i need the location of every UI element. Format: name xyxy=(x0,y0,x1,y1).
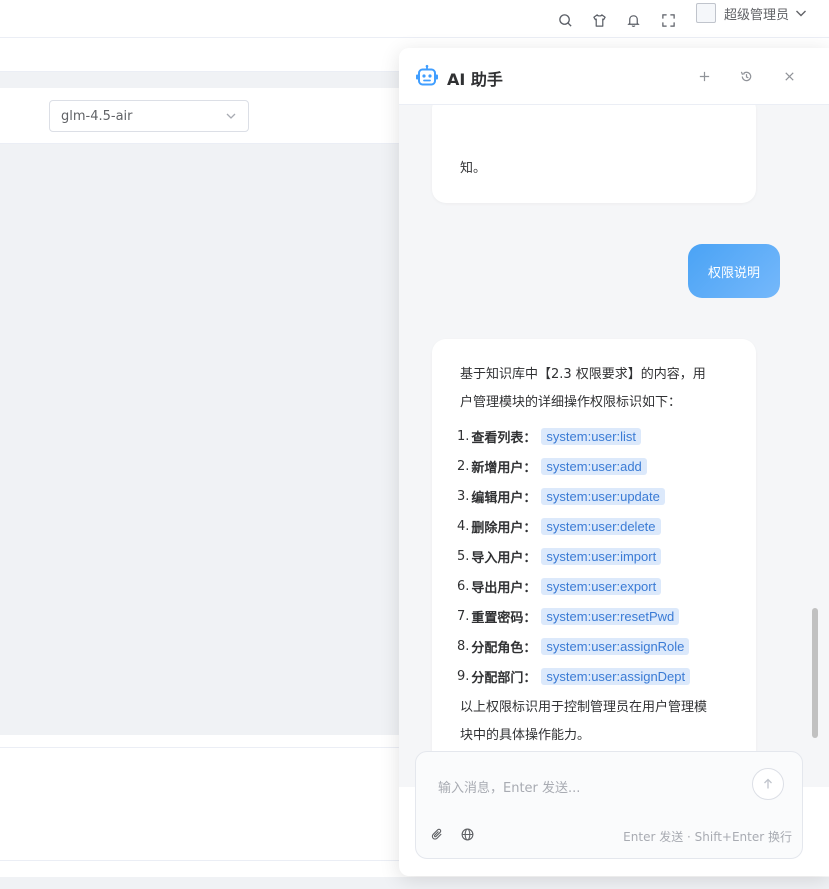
permission-code: system:user:import xyxy=(541,547,662,565)
close-button[interactable] xyxy=(781,68,797,84)
send-button[interactable] xyxy=(752,768,784,800)
reply-outro-line: 块中的具体操作能力。 xyxy=(460,728,591,743)
message-composer: 输入消息，Enter 发送... Enter 发送 · Shift+Enter … xyxy=(415,751,803,859)
user-menu[interactable]: 超级管理员 xyxy=(696,2,807,24)
model-select[interactable]: glm-4.5-air xyxy=(49,100,249,132)
list-item-number: 8. xyxy=(457,638,470,654)
history-icon xyxy=(740,71,751,81)
ai-panel-title: AI 助手 xyxy=(447,70,503,89)
reply-intro-line: 户管理模块的详细操作权限标识如下： xyxy=(460,395,682,410)
message-input[interactable]: 输入消息，Enter 发送... xyxy=(438,777,580,796)
permission-list-item: 7. 重置密码： system:user:resetPwd xyxy=(457,606,680,626)
permission-code: system:user:add xyxy=(541,457,647,475)
permission-code: system:user:delete xyxy=(541,517,661,535)
chevron-down-icon xyxy=(226,113,236,119)
list-item-number: 5. xyxy=(457,548,470,564)
permission-code: system:user:assignRole xyxy=(541,637,690,655)
list-item-number: 2. xyxy=(457,458,470,474)
list-item-number: 3. xyxy=(457,488,470,504)
globe-icon xyxy=(461,828,473,840)
list-item-label: 导入用户： xyxy=(471,550,537,566)
history-button[interactable] xyxy=(738,68,754,84)
reply-intro-line: 基于知识库中【2.3 权限要求】的内容，用 xyxy=(460,367,706,382)
chat-scrollbar[interactable] xyxy=(812,608,818,738)
permission-code: system:user:list xyxy=(541,427,641,445)
list-item-label: 删除用户： xyxy=(471,520,537,536)
shirt-icon[interactable] xyxy=(591,12,607,28)
list-item-label: 分配部门： xyxy=(471,670,537,686)
list-item-number: 9. xyxy=(457,668,470,684)
user-message-bubble: 权限说明 xyxy=(688,244,780,298)
bell-icon[interactable] xyxy=(625,12,641,28)
permission-list-item: 9. 分配部门： system:user:assignDept xyxy=(457,666,691,686)
permission-list-item: 1. 查看列表： system:user:list xyxy=(457,426,641,446)
list-item-number: 7. xyxy=(457,608,470,624)
username: 超级管理员 xyxy=(724,7,790,23)
avatar xyxy=(696,3,716,23)
top-navbar: 超级管理员 xyxy=(0,0,829,38)
chevron-down-icon xyxy=(796,10,807,17)
permission-code: system:user:update xyxy=(541,487,665,505)
permission-code: system:user:assignDept xyxy=(541,667,691,685)
message-text: 权限说明 xyxy=(707,265,760,281)
close-icon xyxy=(784,71,794,81)
web-search-button[interactable] xyxy=(460,827,474,841)
permission-code: system:user:resetPwd xyxy=(541,607,680,625)
robot-icon xyxy=(416,64,438,86)
list-item-number: 1. xyxy=(457,428,470,444)
list-item-label: 新增用户： xyxy=(471,460,537,476)
list-item-label: 编辑用户： xyxy=(471,490,537,506)
permission-list-item: 2. 新增用户： system:user:add xyxy=(457,456,647,476)
reply-outro-line: 以上权限标识用于控制管理员在用户管理模 xyxy=(460,700,708,715)
list-item-label: 分配角色： xyxy=(471,640,537,656)
arrow-up-icon xyxy=(764,778,772,789)
input-hint: Enter 发送 · Shift+Enter 换行 xyxy=(623,830,792,844)
paperclip-icon xyxy=(431,828,442,840)
attach-button[interactable] xyxy=(430,827,444,841)
permission-list-item: 3. 编辑用户： system:user:update xyxy=(457,486,665,506)
list-item-number: 4. xyxy=(457,518,470,534)
permission-code: system:user:export xyxy=(541,577,662,595)
chat-messages[interactable]: 知。 权限说明 基于知识库中【2.3 权限要求】的内容，用 户管理模块的详细操作… xyxy=(399,105,829,787)
search-icon[interactable] xyxy=(557,12,573,28)
ai-message-bubble: 知。 xyxy=(432,105,756,203)
permission-list-item: 8. 分配角色： system:user:assignRole xyxy=(457,636,690,656)
model-select-value: glm-4.5-air xyxy=(61,108,133,124)
message-text: 知。 xyxy=(460,161,487,176)
list-item-number: 6. xyxy=(457,578,470,594)
list-item-label: 重置密码： xyxy=(471,610,537,626)
fullscreen-icon[interactable] xyxy=(660,12,676,28)
ai-panel-header: AI 助手 xyxy=(399,48,829,105)
ai-assistant-panel: AI 助手 知。 权限说明 基于知识库中【2.3 权限要求】的内容，用 户管理模… xyxy=(399,48,829,876)
permission-list-item: 4. 删除用户： system:user:delete xyxy=(457,516,661,536)
permission-list-item: 6. 导出用户： system:user:export xyxy=(457,576,662,596)
list-item-label: 导出用户： xyxy=(471,580,537,596)
new-chat-button[interactable] xyxy=(696,68,712,84)
list-item-label: 查看列表： xyxy=(471,430,537,446)
permission-list-item: 5. 导入用户： system:user:import xyxy=(457,546,662,566)
ai-message-bubble: 基于知识库中【2.3 权限要求】的内容，用 户管理模块的详细操作权限标识如下： … xyxy=(432,339,756,773)
plus-icon xyxy=(699,71,709,81)
